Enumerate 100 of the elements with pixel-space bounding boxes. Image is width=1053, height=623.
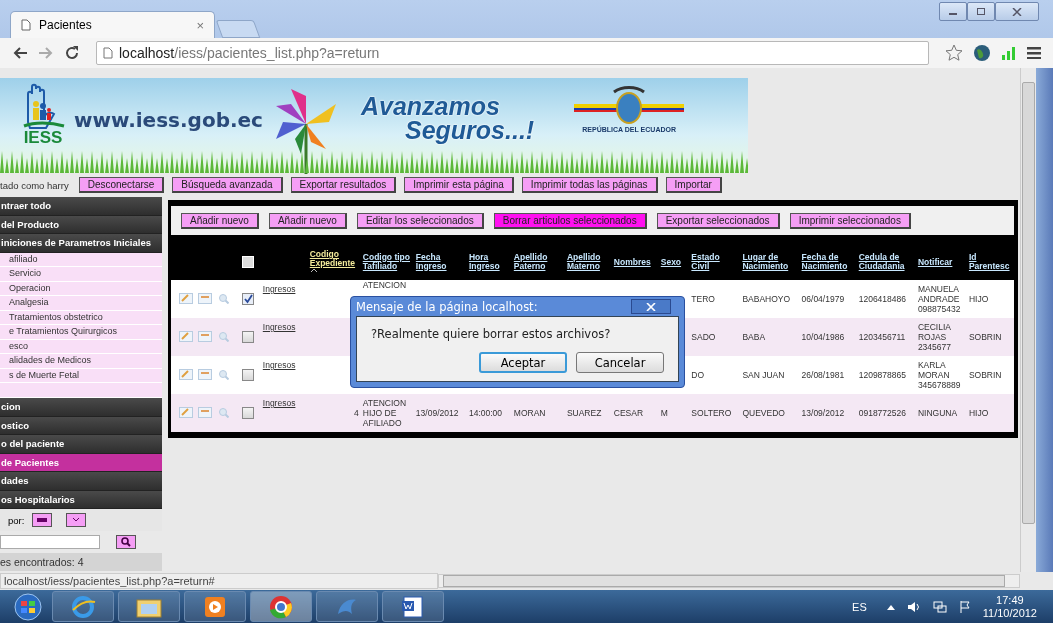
search-button[interactable] <box>116 535 136 549</box>
table-cell: CECILIA ROJAS 2345677 <box>917 322 951 352</box>
expand-button[interactable] <box>66 513 87 527</box>
menu-icon[interactable] <box>1027 47 1041 59</box>
copy-icon[interactable] <box>198 368 213 380</box>
column-header[interactable]: Id Parentesc <box>968 252 1012 271</box>
table-cell: 13/09/2012 <box>415 408 459 418</box>
edit-icon[interactable] <box>179 406 193 418</box>
search-field[interactable] <box>0 535 100 549</box>
column-header[interactable]: Notificar <box>917 257 953 267</box>
dialog-button[interactable]: Aceptar <box>479 352 567 373</box>
table-cell: NINGUNA <box>917 408 958 418</box>
row-checkbox[interactable] <box>242 369 255 381</box>
copy-icon[interactable] <box>198 406 213 418</box>
toolbar-button[interactable]: Desconectarse <box>78 177 165 193</box>
action-button[interactable]: Borrar articulos seleccionados <box>493 212 647 229</box>
copy-icon[interactable] <box>198 292 213 304</box>
dialog-message: ?Realmente quiere borrar estos archivos? <box>371 327 612 341</box>
action-button[interactable]: Exportar seleccionados <box>656 212 780 229</box>
toolbar-button[interactable]: Importar <box>665 177 722 193</box>
table-cell: QUEVEDO <box>742 408 785 418</box>
menu-header[interactable]: cion <box>0 398 162 417</box>
column-header[interactable]: Sexo <box>660 257 682 267</box>
vertical-scrollbar[interactable] <box>1020 68 1036 572</box>
column-header[interactable]: Cedula de Ciudadania <box>858 252 914 271</box>
show-hidden-icons-icon[interactable] <box>886 603 895 610</box>
browser-tab[interactable]: Pacientes × <box>10 11 215 38</box>
signal-icon[interactable] <box>1001 46 1017 60</box>
table-cell: SOBRIN <box>968 370 1002 380</box>
sort-button[interactable] <box>32 513 53 527</box>
toolbar-button[interactable]: Imprimir esta página <box>404 177 514 193</box>
menu-header[interactable]: ntraer todo <box>0 197 162 216</box>
menu-header[interactable]: iniciones de Parametros Iniciales <box>0 234 162 253</box>
menu-item[interactable]: e Tratamientos Quirurgicos <box>0 325 162 340</box>
action-button[interactable]: Añadir nuevo <box>268 212 347 229</box>
clock[interactable]: 17:49 11/10/2012 <box>982 593 1037 620</box>
column-header[interactable]: Codigo Expediente <box>309 250 359 268</box>
word-taskbar-icon[interactable] <box>382 591 444 622</box>
table-cell: 0918772526 <box>858 408 906 418</box>
dialog-button[interactable]: Cancelar <box>576 352 664 373</box>
column-header[interactable]: Apellido Paterno <box>513 252 563 271</box>
page-icon <box>21 19 31 31</box>
select-all-checkbox[interactable] <box>242 255 255 268</box>
flag-icon[interactable] <box>958 600 971 613</box>
reload-icon[interactable] <box>64 45 80 61</box>
column-header[interactable]: Nombres <box>613 257 651 267</box>
table-cell: MORAN <box>513 408 546 418</box>
menu-header[interactable]: dades <box>0 472 162 491</box>
forward-icon[interactable] <box>38 46 54 60</box>
action-button[interactable]: Imprimir seleccionados <box>789 212 911 229</box>
menu-item[interactable]: Analgesia <box>0 296 162 311</box>
tab-close-button[interactable]: × <box>196 17 204 33</box>
language-indicator[interactable]: ES <box>852 600 867 613</box>
edit-icon[interactable] <box>179 330 193 342</box>
star-icon[interactable] <box>945 44 963 62</box>
ingresos-link[interactable]: Ingresos <box>262 360 296 370</box>
chrome-taskbar-icon[interactable] <box>250 591 312 622</box>
table-cell: BABAHOYO <box>742 294 791 304</box>
row-checkbox[interactable] <box>242 331 255 343</box>
edit-icon[interactable] <box>179 368 193 380</box>
toolbar-button[interactable]: Exportar resultados <box>290 177 397 193</box>
globe-icon[interactable] <box>973 44 991 62</box>
menu-item[interactable]: Servicio <box>0 267 162 282</box>
toolbar-button[interactable]: Búsqueda avanzada <box>172 177 283 193</box>
menu-header[interactable]: o del paciente <box>0 435 162 454</box>
column-header[interactable]: Lugar de Nacimiento <box>742 252 798 271</box>
copy-icon[interactable] <box>198 330 213 342</box>
column-header[interactable]: Apellido Materno <box>566 252 610 271</box>
minimize-button[interactable] <box>939 2 967 21</box>
action-button[interactable]: Añadir nuevo <box>181 212 259 229</box>
results-count: es encontrados: 4 <box>0 553 162 571</box>
action-button[interactable]: Editar los seleccionados <box>356 212 484 229</box>
network-icon[interactable] <box>932 600 947 613</box>
column-header[interactable]: Codigo tipo Tafiliado <box>362 252 412 271</box>
edit-icon[interactable] <box>179 292 193 304</box>
ingresos-link[interactable]: Ingresos <box>262 322 296 332</box>
browser-taskbar-icon[interactable] <box>52 591 114 622</box>
column-header[interactable]: Fecha Ingreso <box>415 252 465 271</box>
ingresos-link[interactable]: Ingresos <box>262 284 296 294</box>
table-cell: DO <box>691 370 705 380</box>
column-header[interactable]: Fecha de Nacimiento <box>801 252 855 271</box>
row-checkbox[interactable] <box>242 293 255 305</box>
menu-item[interactable]: alidades de Medicos <box>0 354 162 369</box>
maximize-button[interactable] <box>967 2 995 21</box>
speaker-icon[interactable] <box>906 600 921 613</box>
close-button[interactable] <box>631 299 671 314</box>
address-bar[interactable]: localhost/iess/pacientes_list.php?a=return <box>96 41 929 65</box>
column-header[interactable]: Estado Civil <box>691 252 739 271</box>
back-icon[interactable] <box>12 46 28 60</box>
column-header[interactable]: Hora Ingreso <box>468 252 510 271</box>
horizontal-scrollbar[interactable] <box>438 574 1020 588</box>
folder-taskbar-icon[interactable] <box>118 591 180 622</box>
row-checkbox[interactable] <box>242 407 255 419</box>
close-icon <box>646 302 656 311</box>
media-player-taskbar-icon[interactable] <box>184 591 246 622</box>
slogan-text: Seguros...! <box>404 118 535 142</box>
ingresos-link[interactable]: Ingresos <box>262 398 296 408</box>
toolbar-button[interactable]: Imprimir todas las páginas <box>521 177 658 193</box>
table-cell: ATENCION <box>362 280 407 290</box>
table-cell: 06/04/1979 <box>801 294 845 304</box>
